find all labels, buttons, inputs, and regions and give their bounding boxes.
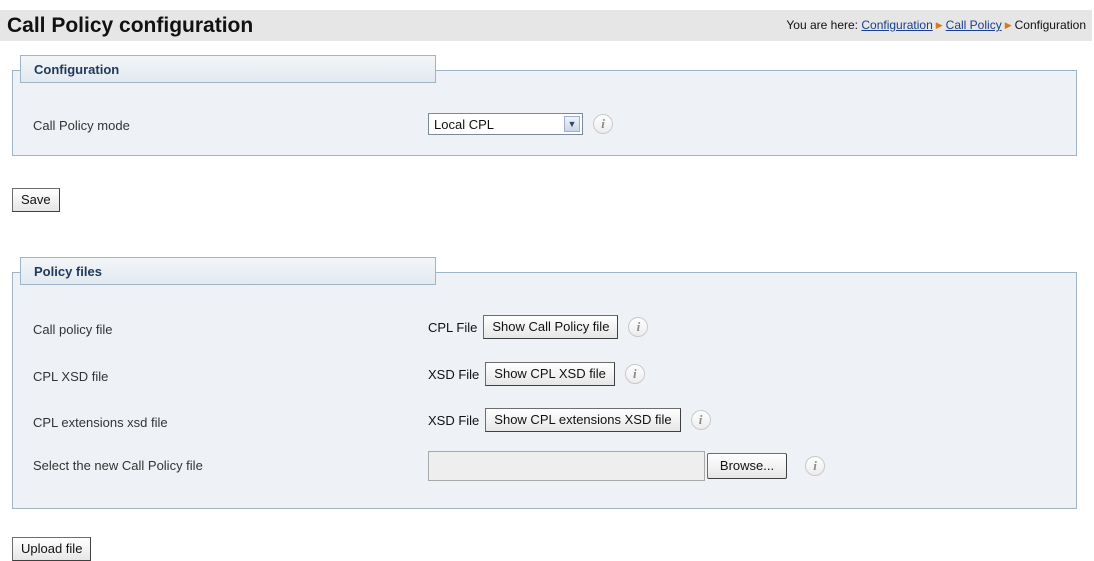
policy-files-panel: Policy files Call policy file CPL File S… [12, 257, 1077, 509]
page-title: Call Policy configuration [7, 14, 254, 37]
cpl-xsd-file-control: XSD File Show CPL XSD file i [428, 362, 645, 386]
info-icon[interactable]: i [624, 364, 645, 384]
breadcrumb-prefix: You are here: [786, 18, 859, 32]
select-new-call-policy-file-label: Select the new Call Policy file [33, 458, 203, 473]
file-path-input[interactable] [428, 451, 705, 481]
breadcrumb-link-configuration[interactable]: Configuration [861, 18, 932, 32]
title-bar: Call Policy configuration You are here: … [0, 10, 1092, 41]
info-icon[interactable]: i [593, 114, 613, 134]
breadcrumb: You are here: Configuration ▶ Call Policy ▶… [786, 18, 1086, 32]
breadcrumb-current: Configuration [1014, 18, 1086, 32]
configuration-panel-tab: Configuration [20, 55, 436, 83]
show-cpl-extensions-xsd-file-button[interactable]: Show CPL extensions XSD file [485, 408, 681, 432]
browse-button[interactable]: Browse... [707, 453, 787, 479]
call-policy-mode-label: Call Policy mode [33, 118, 130, 133]
cpl-extensions-xsd-file-label: CPL extensions xsd file [33, 415, 168, 430]
call-policy-file-control: CPL File Show Call Policy file i [428, 315, 649, 339]
call-policy-mode-value: Local CPL [434, 117, 494, 132]
info-icon[interactable]: i [805, 456, 825, 476]
info-icon[interactable]: i [628, 317, 649, 337]
file-type-label: XSD File [428, 366, 480, 382]
cpl-extensions-xsd-file-control: XSD File Show CPL extensions XSD file i [428, 408, 711, 432]
breadcrumb-link-call-policy[interactable]: Call Policy [946, 18, 1002, 32]
configuration-panel: Configuration Call Policy mode Local CPL… [12, 55, 1077, 156]
file-type-label: CPL File [428, 319, 478, 335]
file-type-label: XSD File [428, 412, 480, 428]
save-button[interactable]: Save [12, 188, 60, 212]
call-policy-file-label: Call policy file [33, 322, 113, 337]
chevron-down-icon[interactable]: ▼ [564, 116, 580, 132]
file-upload-control: Browse... i [428, 451, 825, 481]
configuration-heading: Configuration [34, 62, 120, 77]
show-call-policy-file-button[interactable]: Show Call Policy file [483, 315, 619, 339]
breadcrumb-arrow-icon: ▶ [1004, 20, 1012, 30]
info-icon[interactable]: i [690, 410, 711, 430]
policy-files-panel-tab: Policy files [20, 257, 436, 285]
breadcrumb-arrow-icon: ▶ [935, 20, 943, 30]
call-policy-mode-select[interactable]: Local CPL ▼ [428, 113, 583, 135]
cpl-xsd-file-label: CPL XSD file [33, 369, 109, 384]
policy-files-heading: Policy files [34, 264, 102, 279]
call-policy-mode-control: Local CPL ▼ i [428, 113, 613, 135]
show-cpl-xsd-file-button[interactable]: Show CPL XSD file [485, 362, 615, 386]
upload-file-button[interactable]: Upload file [12, 537, 92, 561]
